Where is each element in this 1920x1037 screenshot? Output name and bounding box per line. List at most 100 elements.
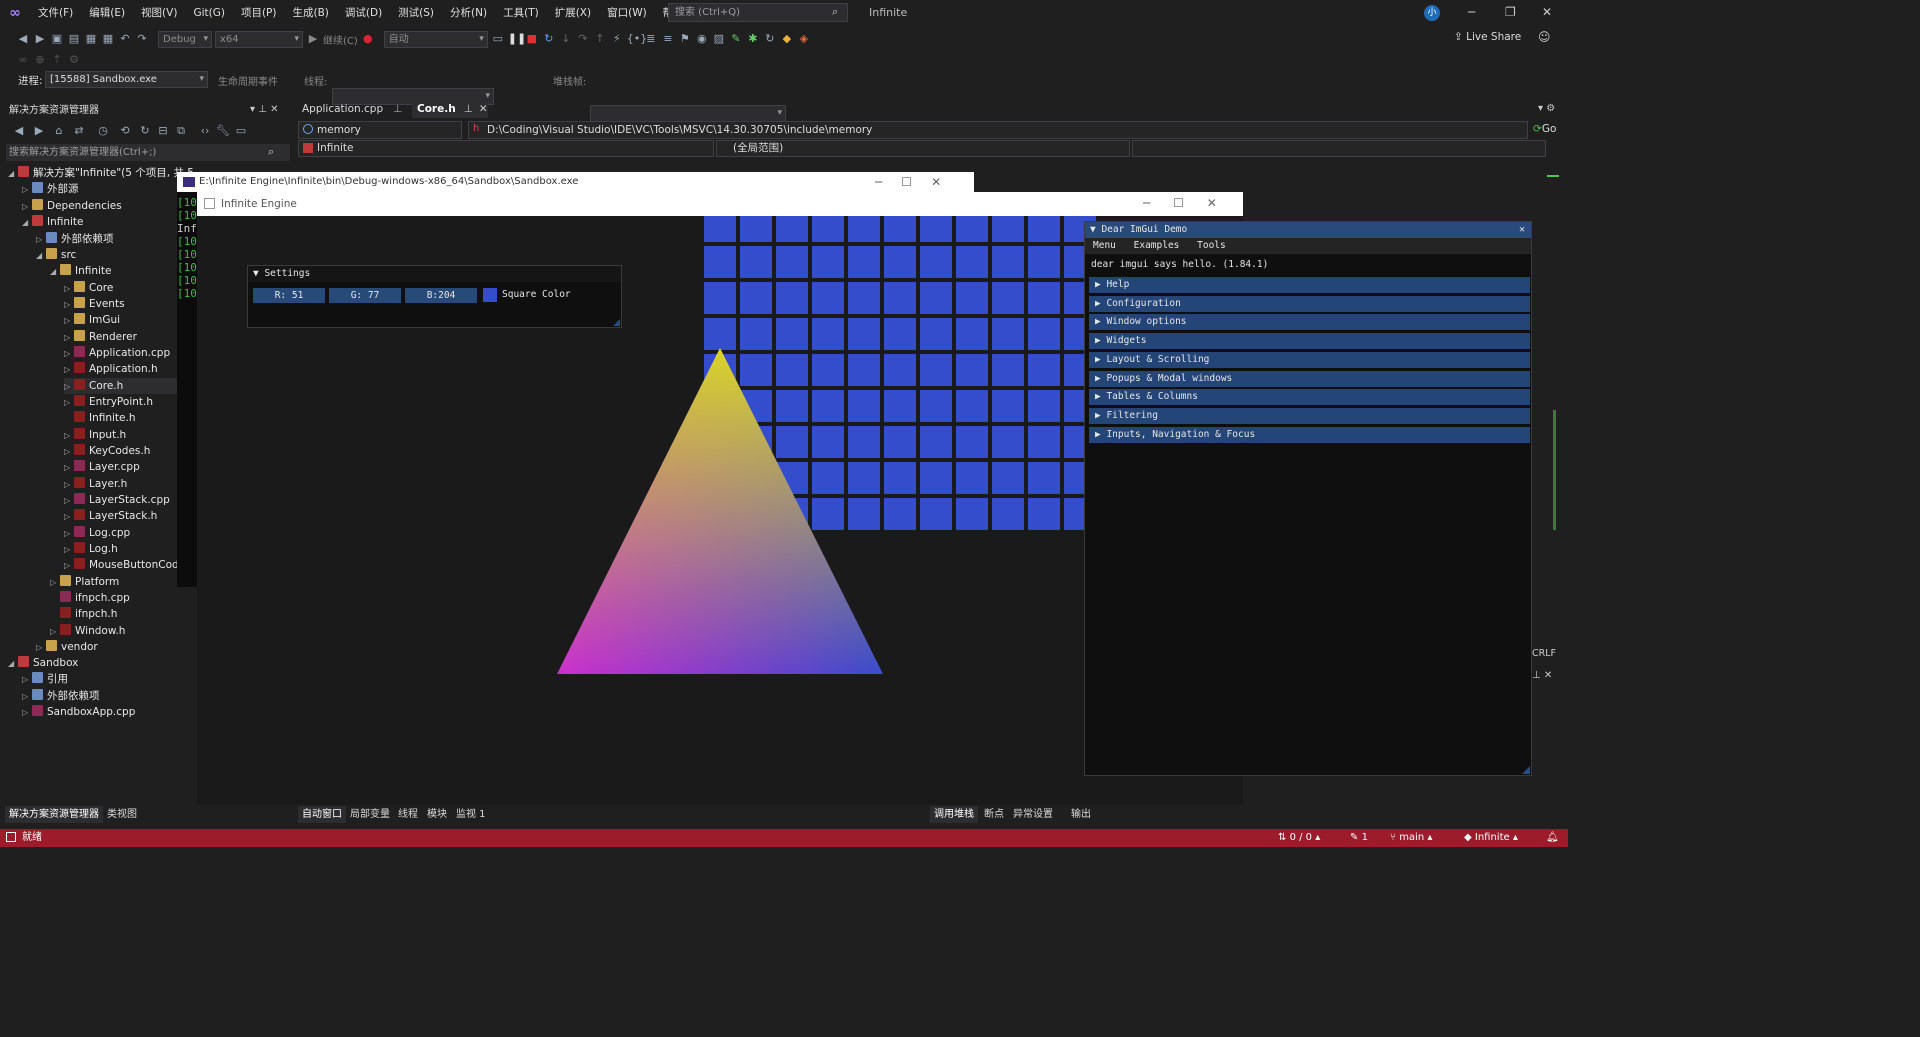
- imgui-demo-window[interactable]: ▼ Dear ImGui Demo ✕ Menu Examples Tools d…: [1084, 221, 1532, 776]
- menu-item[interactable]: 文件(F): [30, 0, 81, 26]
- hot-reload-icon[interactable]: ⚡: [610, 32, 624, 46]
- tree-item[interactable]: ◢ Infinite: [22, 214, 196, 230]
- pause-icon[interactable]: ❚❚: [508, 32, 526, 46]
- config-select[interactable]: Debug: [158, 30, 212, 48]
- panel-pin-close-icon[interactable]: ⊥ ✕: [1532, 670, 1552, 681]
- expand-arrow-icon[interactable]: ▷: [64, 297, 74, 313]
- nav-path[interactable]: D:\Coding\Visual Studio\IDE\VC\Tools\MSV…: [468, 121, 1528, 139]
- expand-arrow-icon[interactable]: ▷: [64, 313, 74, 329]
- menu-item[interactable]: 测试(S): [390, 0, 442, 26]
- bookmark-icon[interactable]: ⚑: [678, 32, 692, 46]
- imgui-menu-menu[interactable]: Menu: [1093, 240, 1116, 251]
- expand-arrow-icon[interactable]: ▷: [50, 624, 60, 640]
- bottom-tab[interactable]: 线程: [394, 806, 422, 823]
- expand-arrow-icon[interactable]: ▷: [64, 330, 74, 346]
- nav-member-select[interactable]: [1132, 140, 1546, 157]
- imgui-resize-grip[interactable]: [1522, 766, 1530, 774]
- menu-item[interactable]: 调试(D): [337, 0, 390, 26]
- history-icon[interactable]: ◷: [96, 124, 110, 138]
- expand-arrow-icon[interactable]: ▷: [36, 232, 46, 248]
- imgui-title-bar[interactable]: ▼ Dear ImGui Demo ✕: [1085, 222, 1531, 238]
- settings-header[interactable]: ▼ Settings: [248, 266, 621, 282]
- imgui-collapsing-header[interactable]: ▶ Tables & Columns: [1089, 389, 1530, 406]
- switch-view-icon[interactable]: ⇄: [72, 124, 86, 138]
- imgui-collapsing-header[interactable]: ▶ Widgets: [1089, 333, 1530, 350]
- solution-search-input[interactable]: 搜索解决方案资源管理器(Ctrl+;): [6, 144, 290, 161]
- live-share-button[interactable]: ⇪ Live Share: [1454, 31, 1521, 43]
- restore-icon[interactable]: ❐: [1505, 5, 1516, 19]
- expand-arrow-icon[interactable]: ▷: [64, 428, 74, 444]
- nav-global-select[interactable]: (全局范围): [716, 140, 1130, 157]
- expand-arrow-icon[interactable]: ▷: [64, 362, 74, 378]
- close-icon[interactable]: ✕: [1542, 5, 1552, 19]
- se-forward-icon[interactable]: ▶: [32, 124, 46, 138]
- tree-item[interactable]: ▷ 外部源: [22, 181, 196, 197]
- tab-overflow-icon[interactable]: ▾ ⚙: [1538, 103, 1555, 114]
- bottom-tab[interactable]: 解决方案资源管理器: [5, 806, 103, 823]
- color-swatch[interactable]: [483, 288, 497, 302]
- menu-item[interactable]: 扩展(X): [547, 0, 599, 26]
- bottom-tab[interactable]: 调用堆栈: [930, 806, 978, 823]
- forward-icon[interactable]: ▶: [33, 32, 47, 46]
- open-folder-icon[interactable]: ▭: [491, 32, 505, 46]
- menu-item[interactable]: 生成(B): [284, 0, 336, 26]
- home-icon[interactable]: ⌂: [52, 124, 66, 138]
- settings-icon[interactable]: ⚙: [67, 53, 81, 67]
- redo-icon[interactable]: ↷: [135, 32, 149, 46]
- expand-arrow-icon[interactable]: ◢: [36, 248, 46, 264]
- editor-scrollbar[interactable]: [1547, 160, 1561, 800]
- scroll-thumb[interactable]: [1553, 410, 1556, 530]
- tool-icon[interactable]: ✎: [729, 32, 743, 46]
- collapse-icon[interactable]: ⊟: [156, 124, 170, 138]
- expand-arrow-icon[interactable]: ▷: [64, 281, 74, 297]
- undo-icon[interactable]: ↶: [118, 32, 132, 46]
- error-count[interactable]: ⇅ 0 / 0 ▴: [1278, 829, 1320, 847]
- bug-icon[interactable]: ✱: [746, 32, 760, 46]
- menu-item[interactable]: 分析(N): [442, 0, 495, 26]
- notifications-icon[interactable]: 🔔︎: [1546, 829, 1559, 847]
- avatar[interactable]: 小: [1424, 5, 1440, 21]
- expand-arrow-icon[interactable]: ▷: [50, 575, 60, 591]
- expand-arrow-icon[interactable]: ▷: [64, 460, 74, 476]
- comment-icon[interactable]: ≡: [661, 32, 675, 46]
- repo-selector[interactable]: ◆ Infinite ▴: [1464, 829, 1518, 847]
- back-icon[interactable]: ◀: [16, 32, 30, 46]
- expand-arrow-icon[interactable]: ▷: [22, 672, 32, 688]
- resize-grip[interactable]: [613, 319, 620, 326]
- imgui-collapsing-header[interactable]: ▶ Window options: [1089, 314, 1530, 331]
- red-channel-input[interactable]: R: 51: [253, 288, 325, 303]
- expand-arrow-icon[interactable]: ▷: [64, 558, 74, 574]
- line-ending[interactable]: CRLF: [1532, 648, 1556, 659]
- sync-icon[interactable]: ⟲: [118, 124, 132, 138]
- expand-arrow-icon[interactable]: ▷: [64, 509, 74, 525]
- tab-core-h[interactable]: Core.h ⊥ ✕: [412, 100, 488, 118]
- menu-item[interactable]: 项目(P): [233, 0, 285, 26]
- global-search-input[interactable]: 搜索 (Ctrl+Q): [668, 3, 848, 22]
- breakpoint-icon[interactable]: {•}: [627, 32, 648, 46]
- menu-item[interactable]: 窗口(W): [599, 0, 655, 26]
- menu-item[interactable]: 工具(T): [495, 0, 547, 26]
- minimize-icon[interactable]: ─: [1468, 5, 1475, 19]
- expand-arrow-icon[interactable]: ▷: [22, 705, 32, 721]
- expand-arrow-icon[interactable]: ▷: [64, 444, 74, 460]
- expand-arrow-icon[interactable]: ▷: [64, 493, 74, 509]
- restart-icon[interactable]: ↻: [542, 32, 556, 46]
- tab-close-icon[interactable]: ✕: [479, 103, 488, 115]
- expand-arrow-icon[interactable]: ▷: [64, 379, 74, 395]
- imgui-collapsing-header[interactable]: ▶ Filtering: [1089, 407, 1530, 424]
- expand-arrow-icon[interactable]: ◢: [8, 166, 18, 182]
- continue-icon[interactable]: ▶: [306, 32, 320, 46]
- tree-item[interactable]: ◢ 解决方案"Infinite"(5 个项目, 共 5 个): [8, 165, 196, 181]
- imgui-collapsing-header[interactable]: ▶ Help: [1089, 277, 1530, 293]
- bottom-tab[interactable]: 断点: [980, 806, 1008, 823]
- expand-arrow-icon[interactable]: ▷: [22, 689, 32, 705]
- branch-selector[interactable]: ⑂ main ▴: [1390, 829, 1432, 847]
- imgui-close-icon[interactable]: ✕: [1519, 222, 1525, 238]
- tree-item[interactable]: ▷ Window.h: [50, 623, 196, 639]
- extension-icon[interactable]: ◆: [780, 32, 794, 46]
- bottom-tab[interactable]: 自动窗口: [298, 806, 346, 823]
- blue-channel-input[interactable]: B:204: [405, 288, 477, 303]
- se-pin-icon[interactable]: ▾ ⊥ ✕: [250, 104, 278, 115]
- menu-item[interactable]: Git(G): [185, 0, 233, 26]
- save-icon[interactable]: ▦: [84, 32, 98, 46]
